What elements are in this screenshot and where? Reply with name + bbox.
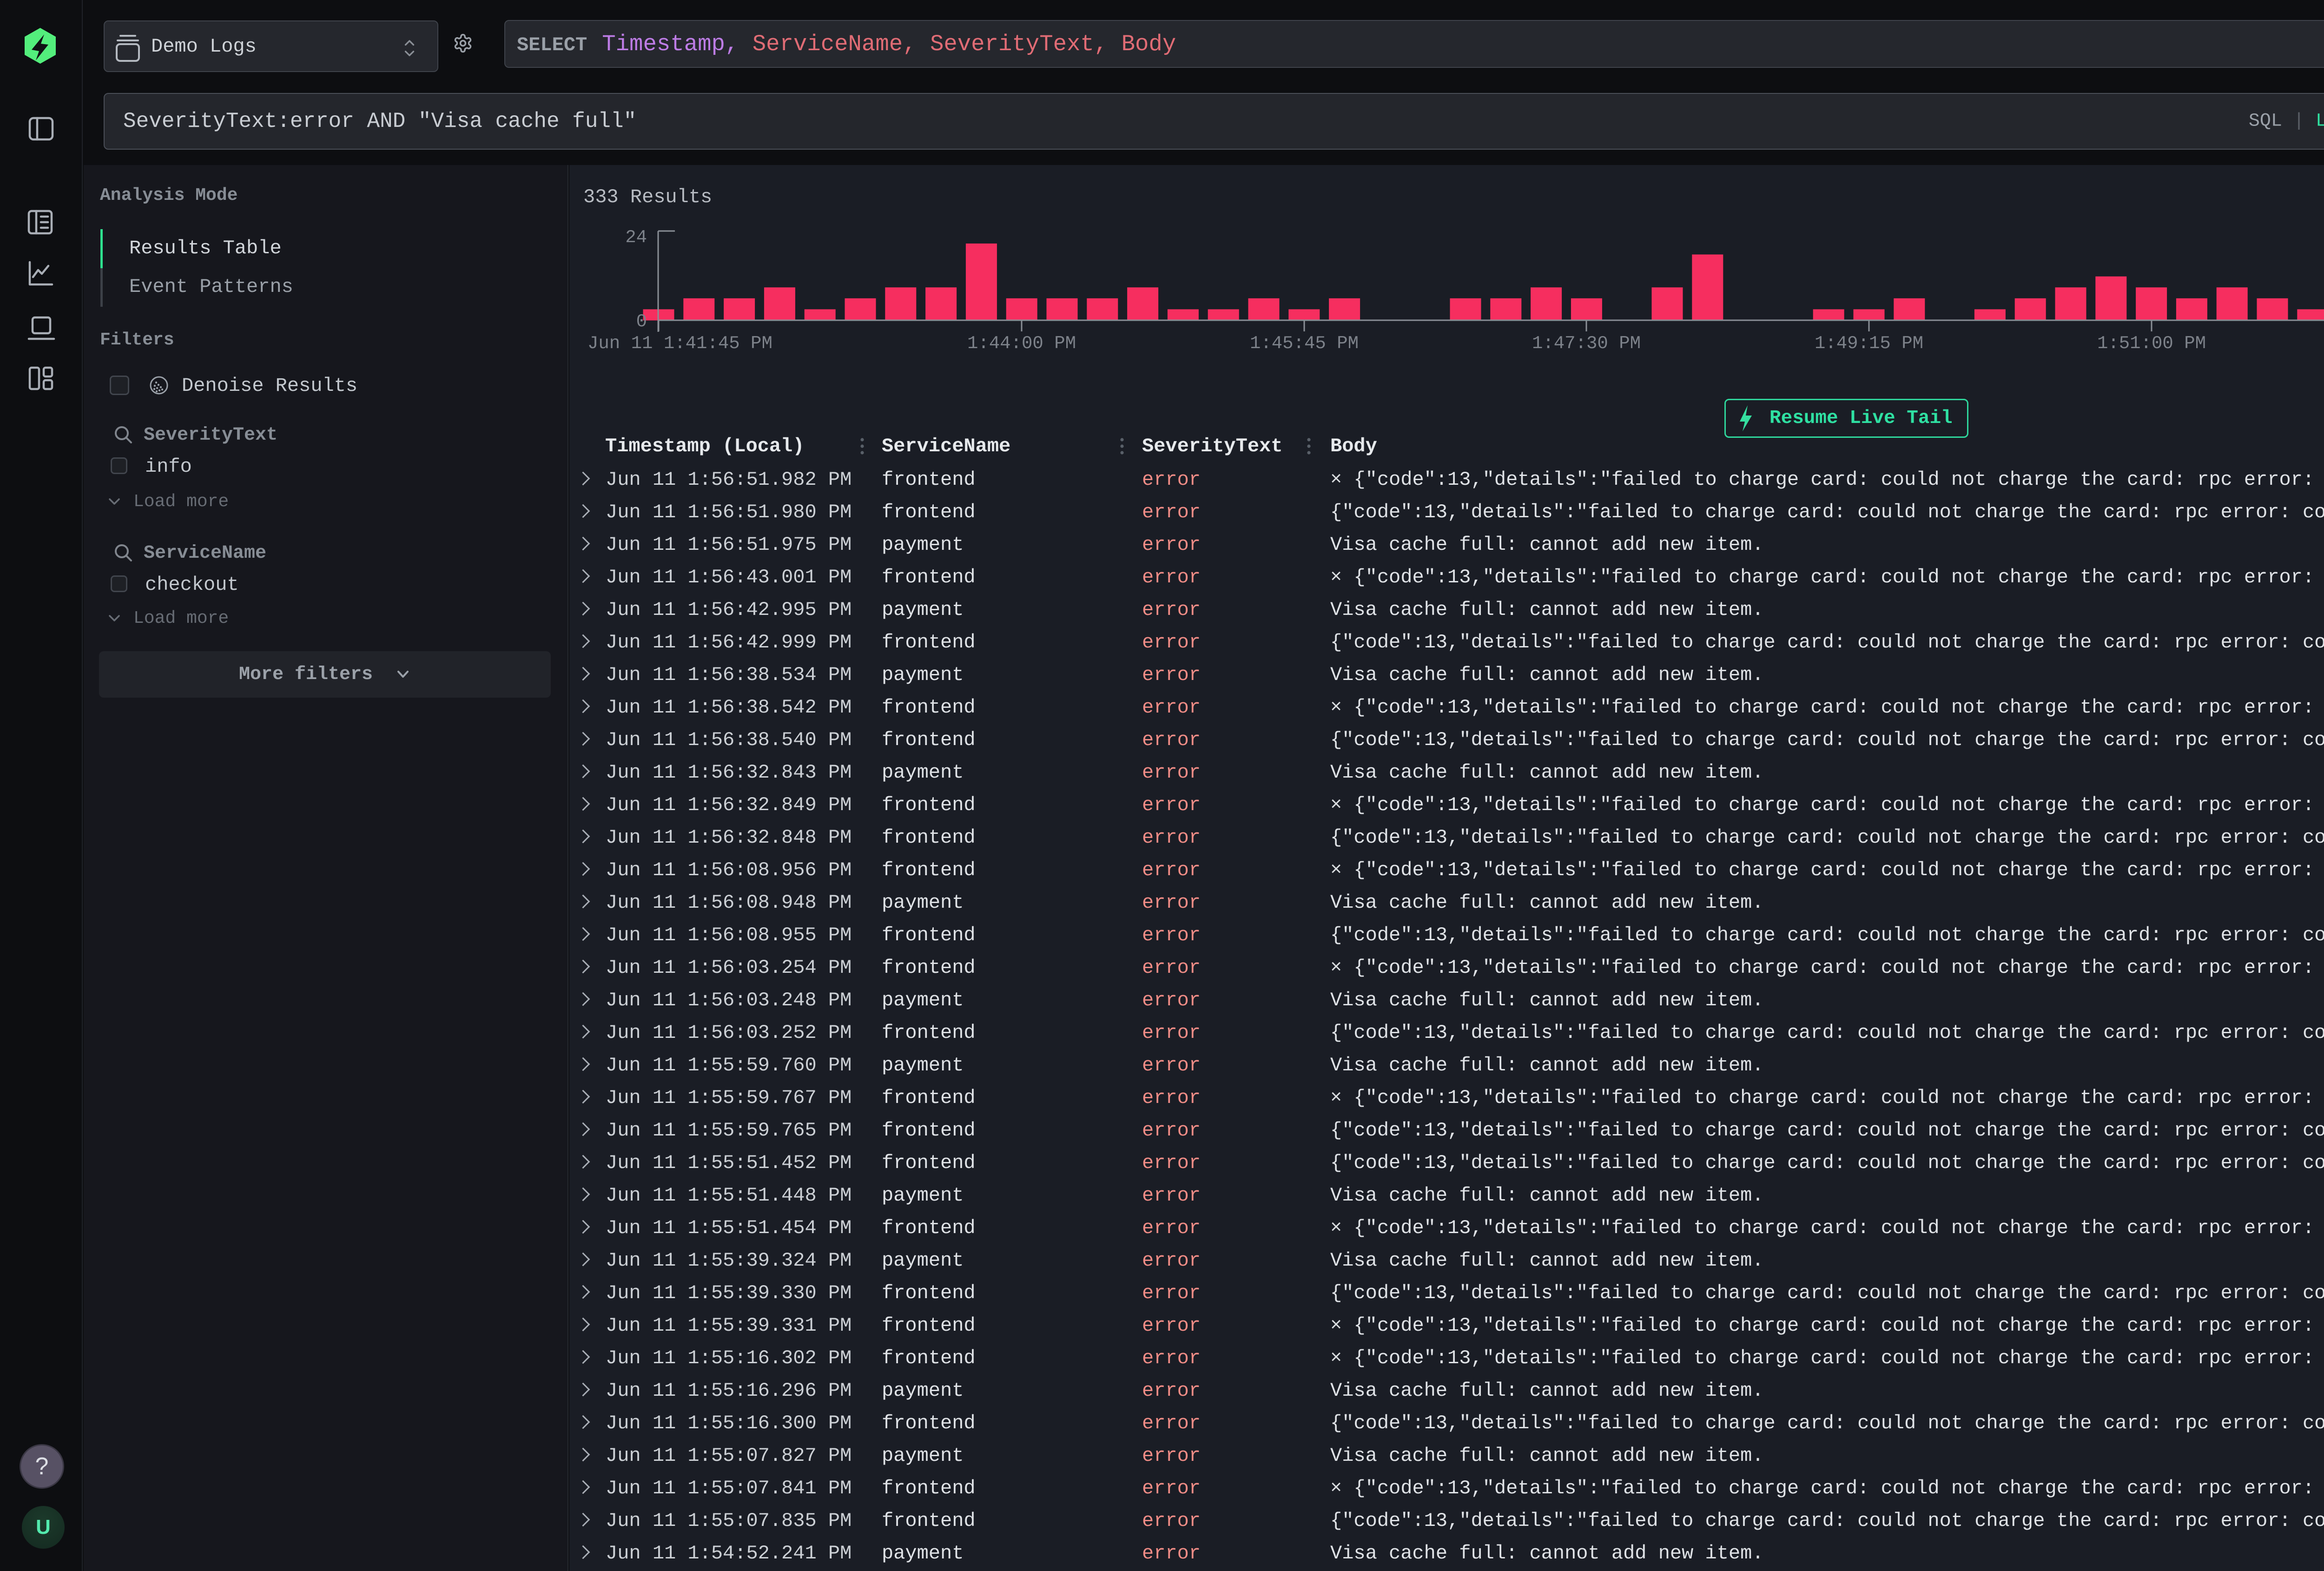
svg-text:1:44:00 PM: 1:44:00 PM: [967, 333, 1076, 354]
svg-text:24: 24: [625, 227, 647, 248]
svg-text:1:49:15 PM: 1:49:15 PM: [1815, 333, 1923, 354]
svg-text:1:45:45 PM: 1:45:45 PM: [1250, 333, 1359, 354]
svg-text:1:51:00 PM: 1:51:00 PM: [2097, 333, 2206, 354]
svg-text:0: 0: [636, 311, 647, 332]
svg-text:Jun 11 1:41:45 PM: Jun 11 1:41:45 PM: [588, 333, 772, 354]
svg-text:1:47:30 PM: 1:47:30 PM: [1532, 333, 1641, 354]
